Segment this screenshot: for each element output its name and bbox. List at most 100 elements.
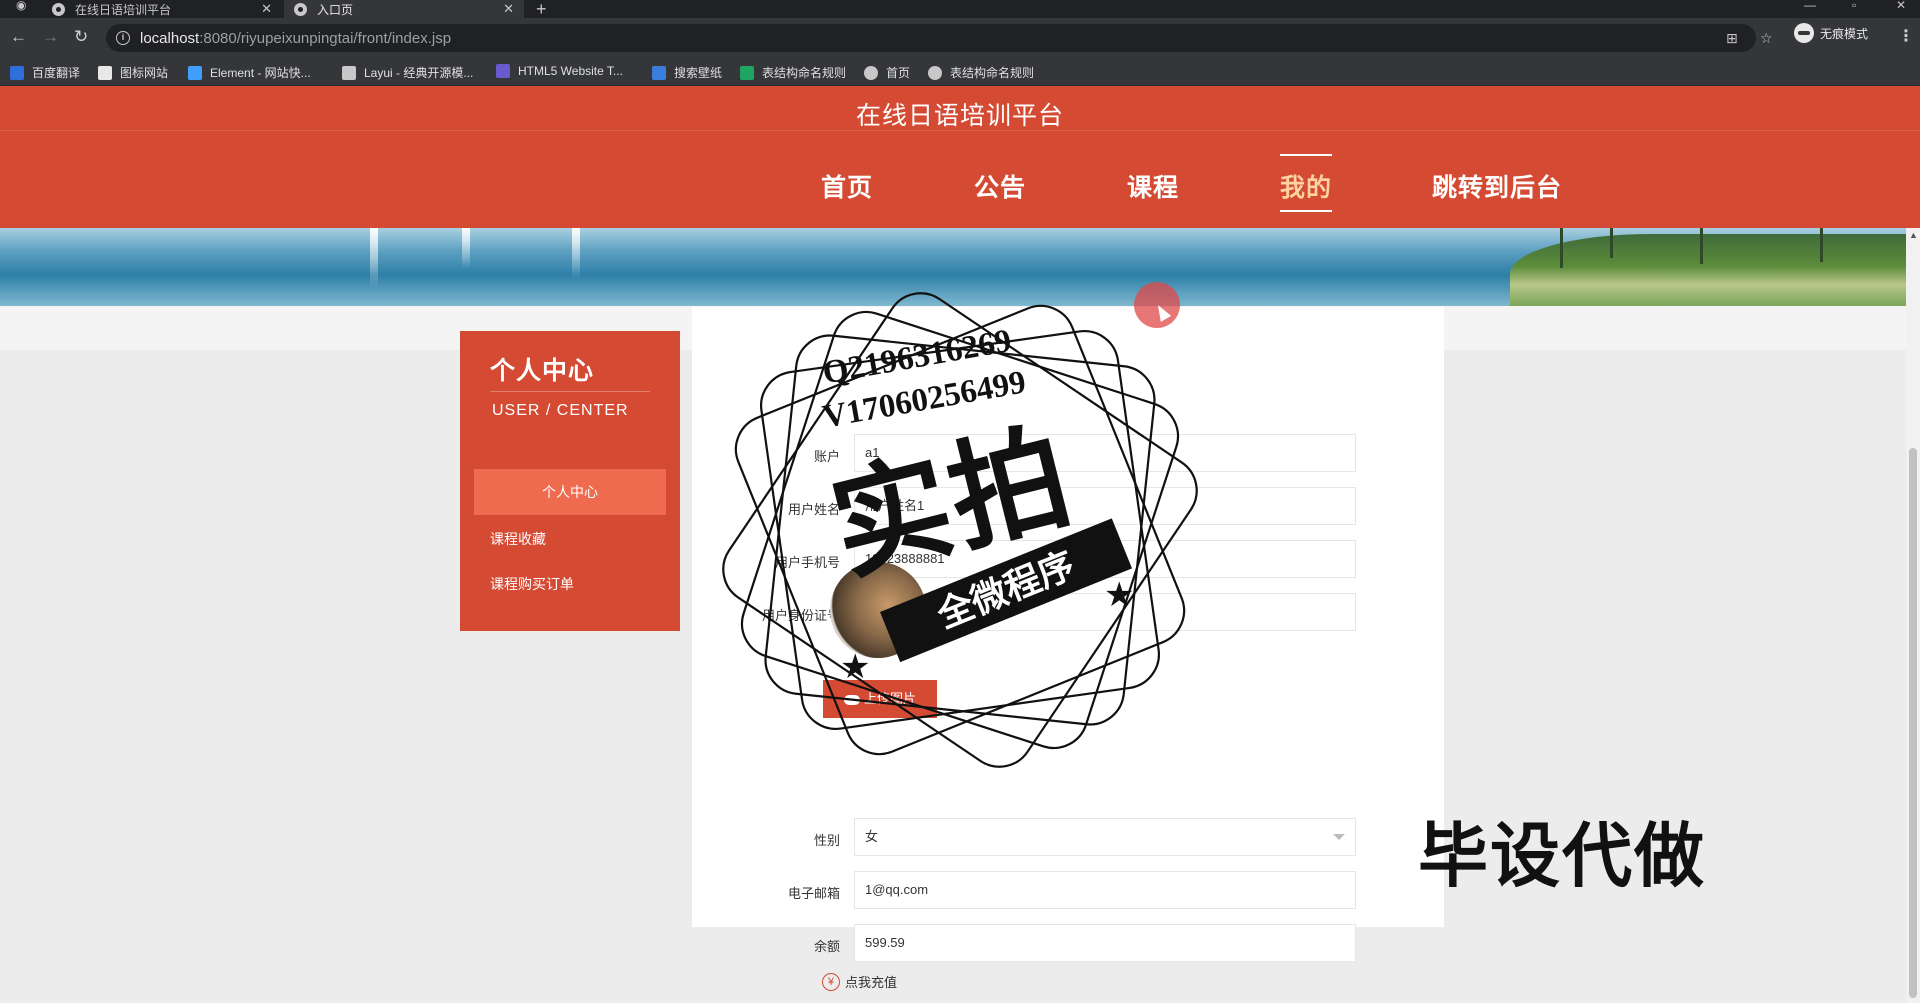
- bookmark-label: Layui - 经典开源模...: [364, 66, 474, 80]
- globe-icon: [52, 2, 65, 16]
- reload-icon[interactable]: ↻: [74, 28, 88, 46]
- bookmark-label: HTML5 Website T...: [518, 64, 623, 78]
- bookmark-label: 首页: [886, 66, 911, 80]
- bookmark-star-icon[interactable]: ☆: [1760, 30, 1773, 47]
- site-title: 在线日语培训平台: [855, 102, 1064, 130]
- flag-icon: [98, 65, 112, 80]
- nav-courses[interactable]: 课程: [1127, 168, 1179, 204]
- banner-sparkle: [370, 228, 378, 288]
- bookmark-favicon-icon: [188, 65, 202, 80]
- bookmark-item[interactable]: 首页: [864, 64, 910, 81]
- bookmark-item[interactable]: 搜索壁纸: [652, 64, 722, 81]
- bookmark-label: 百度翻译: [32, 66, 81, 80]
- nav-notice[interactable]: 公告: [974, 168, 1026, 204]
- banner-tree: [1820, 228, 1823, 262]
- sidebar-divider: [490, 391, 650, 392]
- sidebar-item-course-favorites[interactable]: 课程收藏: [490, 529, 546, 549]
- gender-select[interactable]: 女: [854, 818, 1356, 856]
- bookmark-favicon-icon: [652, 65, 666, 80]
- scroll-up-icon[interactable]: ▲: [1909, 230, 1918, 240]
- scrollbar-thumb[interactable]: [1909, 448, 1917, 998]
- url-text: localhost:8080/riyupeixunpingtai/front/i…: [140, 30, 452, 47]
- browser-menu-icon[interactable]: ◉: [16, 0, 26, 12]
- bookmark-item[interactable]: 图标网站: [98, 64, 168, 81]
- email-input[interactable]: 1@qq.com: [854, 871, 1356, 909]
- minimize-icon[interactable]: —: [1804, 0, 1816, 12]
- sidebar-item-course-orders[interactable]: 课程购买订单: [490, 574, 574, 594]
- bookmark-label: 搜索壁纸: [674, 66, 723, 80]
- incognito-indicator[interactable]: 无痕模式: [1794, 23, 1868, 43]
- banner-island: [1510, 234, 1906, 306]
- star-icon: ★: [840, 648, 871, 686]
- bookmark-item[interactable]: 表结构命名规则: [928, 64, 1034, 81]
- star-icon: ★: [1104, 576, 1135, 614]
- header-divider: [0, 130, 1920, 131]
- browser-tab-title: 入口页: [317, 2, 354, 17]
- email-label: 电子邮箱: [787, 886, 840, 901]
- globe-icon: [294, 2, 307, 16]
- forward-icon[interactable]: →: [42, 28, 59, 46]
- nav-active-indicator: [1280, 154, 1332, 156]
- upload-label: 上传图片: [863, 691, 916, 706]
- yen-icon: ¥: [822, 972, 840, 991]
- bookmark-item[interactable]: 百度翻译: [10, 64, 80, 81]
- banner-sparkle: [462, 228, 470, 268]
- nav-home[interactable]: 首页: [821, 168, 873, 204]
- bookmark-favicon-icon: [496, 64, 510, 78]
- maximize-icon[interactable]: ▫: [1852, 0, 1856, 12]
- back-icon[interactable]: ←: [10, 28, 27, 46]
- name-label: 用户姓名: [787, 502, 840, 517]
- balance-label: 余额: [813, 939, 840, 954]
- recharge-label: 点我充值: [845, 975, 898, 990]
- url-input[interactable]: i localhost:8080/riyupeixunpingtai/front…: [106, 24, 1773, 52]
- bookmark-favicon-icon: [10, 65, 24, 80]
- bookmark-favicon-icon: [740, 65, 754, 80]
- watermark-corner-text: 毕设代做: [1418, 817, 1706, 895]
- user-center-sidebar: 个人中心 USER / CENTER 个人中心 课程收藏 课程购买订单: [460, 331, 680, 631]
- banner-image: [0, 228, 1906, 306]
- recharge-link[interactable]: ¥ 点我充值: [822, 972, 897, 991]
- browser-tab-title: 在线日语培训平台: [75, 2, 172, 17]
- bookmark-label: Element - 网站快...: [210, 66, 311, 80]
- new-tab-icon[interactable]: +: [536, 0, 547, 20]
- incognito-icon: [1794, 23, 1814, 43]
- translate-icon[interactable]: ⊞: [1726, 30, 1738, 47]
- site-header: 在线日语培训平台 首页 公告 课程 我的 跳转到后台: [0, 86, 1920, 228]
- nav-active-indicator: [1280, 210, 1332, 212]
- nav-admin[interactable]: 跳转到后台: [1432, 168, 1562, 204]
- globe-icon: [864, 65, 878, 80]
- sidebar-item-user-center[interactable]: 个人中心: [474, 469, 666, 515]
- bookmark-item[interactable]: Element - 网站快...: [188, 64, 311, 81]
- phone-label: 用户手机号: [774, 555, 840, 570]
- globe-icon: [928, 65, 942, 80]
- bookmark-item[interactable]: Layui - 经典开源模...: [342, 64, 473, 81]
- banner-tree: [1700, 228, 1703, 264]
- bookmark-item[interactable]: 表结构命名规则: [740, 64, 846, 81]
- bookmark-item[interactable]: HTML5 Website T...: [496, 64, 623, 78]
- balance-input[interactable]: 599.59: [854, 924, 1356, 962]
- bookmark-label: 图标网站: [120, 66, 169, 80]
- sidebar-title: 个人中心: [490, 357, 595, 385]
- close-tab-icon[interactable]: ✕: [261, 1, 272, 17]
- banner-tree: [1610, 228, 1613, 258]
- bookmark-favicon-icon: [342, 65, 356, 80]
- id-card-label: 用户身份证号: [761, 608, 840, 623]
- window-close-icon[interactable]: ✕: [1896, 0, 1906, 12]
- banner-sparkle: [572, 228, 580, 278]
- cloud-upload-icon: [843, 694, 860, 705]
- bookmark-label: 表结构命名规则: [950, 66, 1035, 80]
- close-tab-icon[interactable]: ✕: [503, 1, 514, 17]
- gender-label: 性别: [813, 833, 840, 848]
- sidebar-subtitle: USER / CENTER: [492, 402, 629, 419]
- browser-tab-2[interactable]: 入口页 ✕: [284, 0, 524, 18]
- browser-tab-bar: 在线日语培训平台 ✕ 入口页 ✕ + ◉ — ▫ ✕: [0, 0, 1920, 20]
- nav-mine[interactable]: 我的: [1280, 168, 1332, 204]
- more-menu-icon[interactable]: ⋮: [1898, 26, 1914, 46]
- banner-tree: [1560, 228, 1563, 268]
- browser-tab-1[interactable]: 在线日语培训平台 ✕: [42, 0, 282, 18]
- bookmark-label: 表结构命名规则: [762, 66, 847, 80]
- incognito-label: 无痕模式: [1820, 26, 1869, 41]
- address-bar: ← → ↻ i localhost:8080/riyupeixunpingtai…: [0, 18, 1920, 58]
- bookmarks-bar: 百度翻译 图标网站 Element - 网站快... Layui - 经典开源模…: [0, 58, 1920, 86]
- site-info-icon[interactable]: i: [116, 31, 130, 45]
